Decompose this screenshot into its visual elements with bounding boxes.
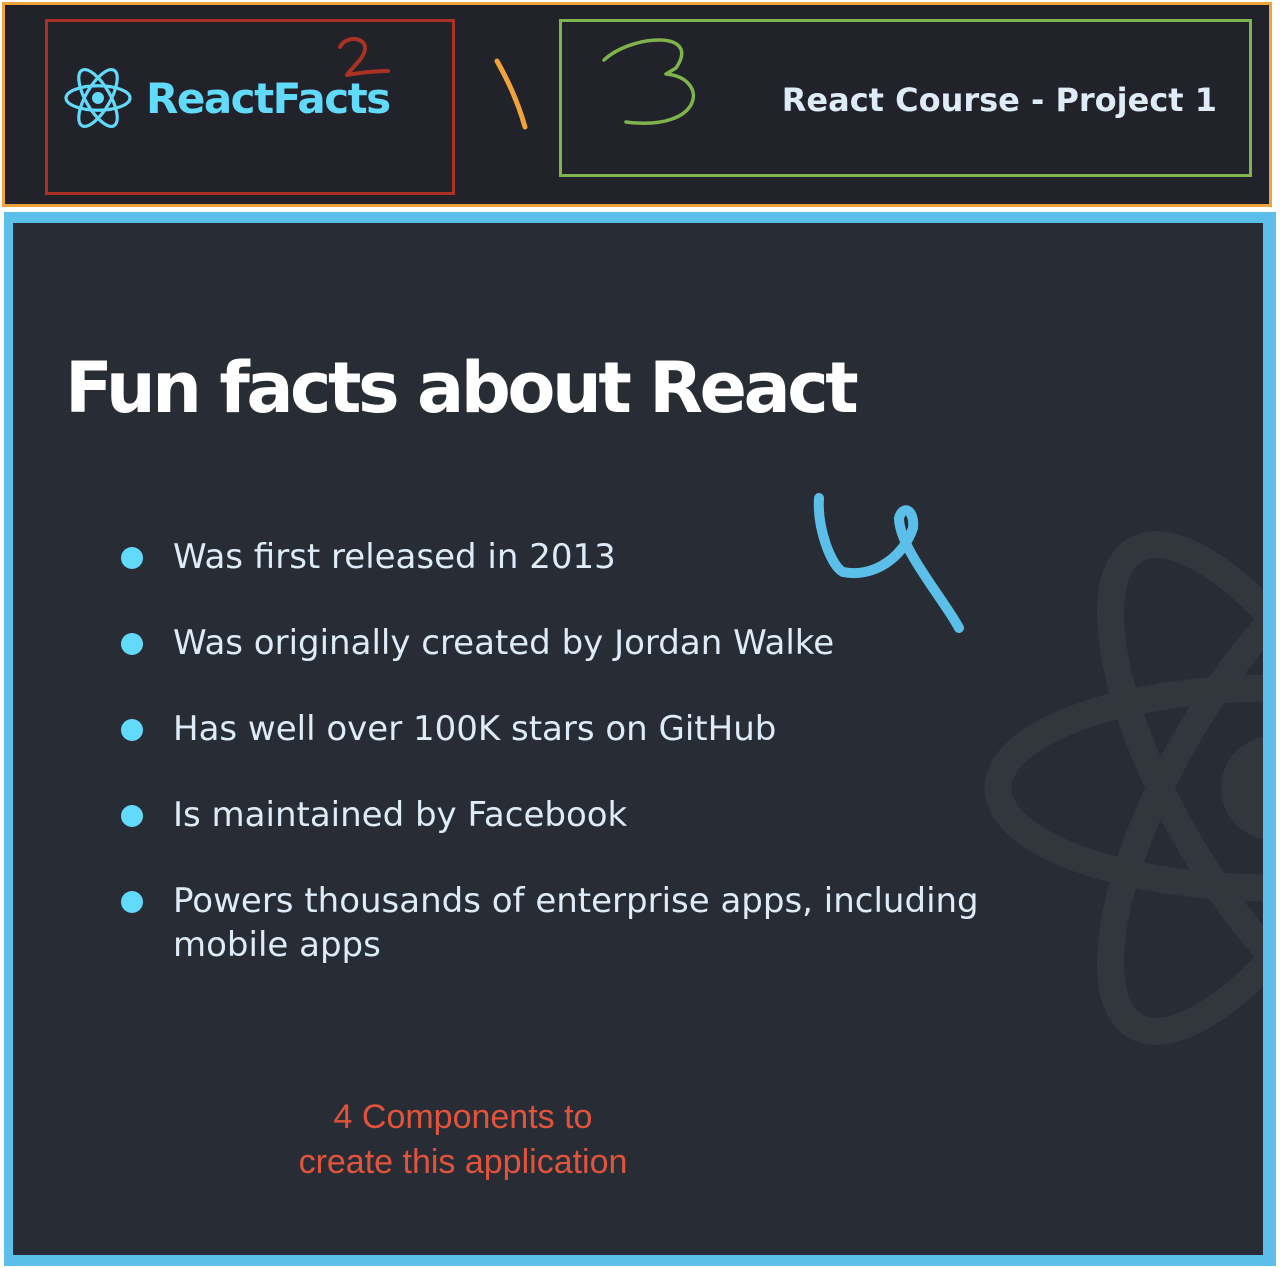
annotation-marker-3: 3: [602, 38, 696, 125]
fact-text: Is maintained by Facebook: [173, 795, 628, 835]
annotation-marker-4: 4: [813, 493, 964, 633]
annotation-marker-1: 1: [494, 58, 528, 130]
nav-title-section: 3 React Course - Project 1: [559, 19, 1252, 177]
fact-text: Has well over 100K stars on GitHub: [173, 709, 777, 749]
fact-item: Has well over 100K stars on GitHub: [121, 707, 1041, 751]
annotation-marker-2: 2: [338, 37, 390, 77]
react-logo-icon: [64, 68, 132, 128]
bullet-icon: [121, 633, 143, 655]
bullet-icon: [121, 805, 143, 827]
annotation-note-line: create this application: [298, 1143, 628, 1181]
main-section: Fun facts about React Was first released…: [4, 212, 1276, 1266]
fact-item: Powers thousands of enterprise apps, inc…: [121, 879, 1041, 967]
fact-text: Was originally created by Jordan Walke: [173, 623, 835, 663]
page-title: Fun facts about React: [65, 347, 859, 429]
bullet-icon: [121, 719, 143, 741]
fact-text: Was first released in 2013: [173, 537, 616, 577]
navbar: ReactFacts 2 1 3 React Course - Project …: [2, 2, 1272, 207]
brand-name: ReactFacts: [146, 74, 391, 123]
nav-title: React Course - Project 1: [781, 81, 1217, 119]
bullet-icon: [121, 891, 143, 913]
bullet-icon: [121, 547, 143, 569]
fact-item: Is maintained by Facebook: [121, 793, 1041, 837]
annotation-note: 4 Components to create this application: [263, 1095, 663, 1185]
fact-text: Powers thousands of enterprise apps, inc…: [173, 881, 979, 965]
main-content: Fun facts about React Was first released…: [13, 223, 1263, 1255]
annotation-note-line: 4 Components to: [333, 1098, 593, 1136]
